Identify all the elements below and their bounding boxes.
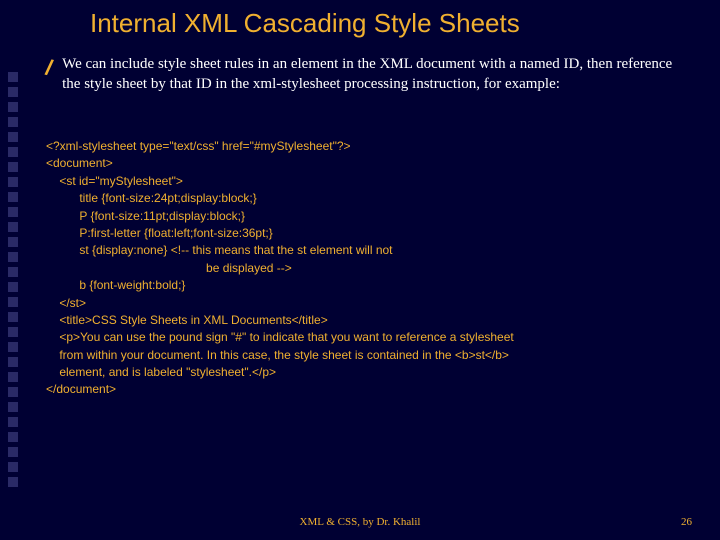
square-icon [8,432,18,442]
square-icon [8,312,18,322]
square-icon [8,72,18,82]
square-icon [8,132,18,142]
square-icon [8,222,18,232]
square-icon [8,147,18,157]
square-icon [8,192,18,202]
footer-text: XML & CSS, by Dr. Khalil [0,516,720,528]
square-icon [8,252,18,262]
square-icon [8,102,18,112]
square-icon [8,267,18,277]
square-icon [8,357,18,367]
square-icon [8,117,18,127]
intro-text: We can include style sheet rules in an e… [62,55,690,94]
bullet-row: / We can include style sheet rules in an… [46,55,690,94]
square-icon [8,87,18,97]
square-icon [8,387,18,397]
square-icon [8,417,18,427]
code-block: <?xml-stylesheet type="text/css" href="#… [46,138,690,399]
square-icon [8,177,18,187]
square-icon [8,282,18,292]
square-icon [8,402,18,412]
slide-title: Internal XML Cascading Style Sheets [90,8,520,39]
square-icon [8,162,18,172]
square-icon [8,342,18,352]
bullet-icon: / [43,57,54,80]
square-icon [8,237,18,247]
square-icon [8,297,18,307]
page-number: 26 [681,516,692,528]
decorative-squares [8,72,22,487]
square-icon [8,327,18,337]
square-icon [8,477,18,487]
square-icon [8,462,18,472]
square-icon [8,447,18,457]
square-icon [8,372,18,382]
square-icon [8,207,18,217]
